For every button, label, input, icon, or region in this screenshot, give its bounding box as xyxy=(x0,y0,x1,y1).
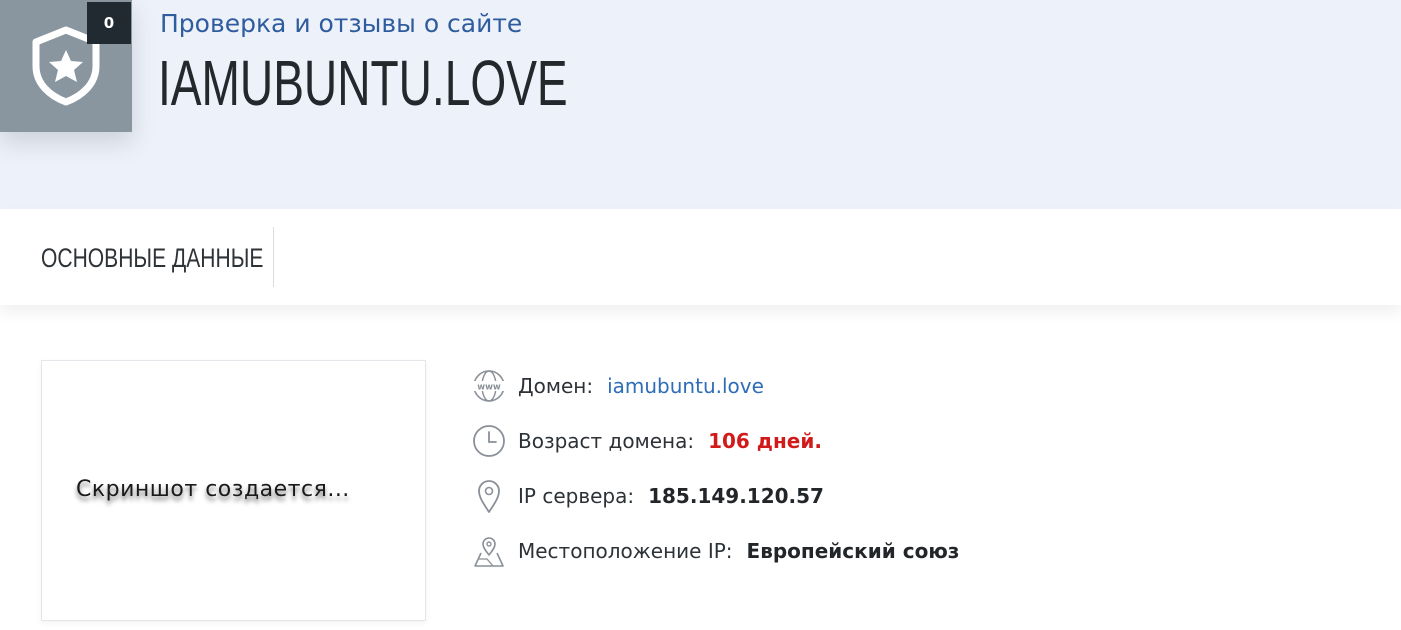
tab-divider xyxy=(273,227,274,287)
rating-counter: 0 xyxy=(87,2,131,44)
domain-age-label: Возраст домена: xyxy=(518,429,695,453)
info-row-location: Местоположение IP: Европейский союз xyxy=(470,531,959,571)
info-row-ip: IP сервера: 185.149.120.57 xyxy=(470,476,824,516)
ip-location-value: Европейский союз xyxy=(746,539,960,563)
domain-link[interactable]: iamubuntu.love xyxy=(607,374,764,398)
domain-age-value: 106 дней. xyxy=(708,429,822,453)
server-ip-value: 185.149.120.57 xyxy=(648,484,824,508)
page-subtitle: Проверка и отзывы о сайте xyxy=(160,9,523,38)
info-row-domain: www Домен: iamubuntu.love xyxy=(470,366,764,406)
clock-icon xyxy=(470,422,508,460)
server-ip-label: IP сервера: xyxy=(518,484,635,508)
page-title: IAMUBUNTU.LOVE xyxy=(158,47,568,119)
page-header: 0 Проверка и отзывы о сайте IAMUBUNTU.LO… xyxy=(0,0,1401,209)
domain-label: Домен: xyxy=(518,374,594,398)
site-logo[interactable]: 0 xyxy=(0,0,132,132)
screenshot-placeholder-text: Скриншот создается... xyxy=(76,477,350,502)
tab-bar: ОСНОВНЫЕ ДАННЫЕ xyxy=(0,209,1401,305)
info-row-age: Возраст домена: 106 дней. xyxy=(470,421,822,461)
globe-www-icon: www xyxy=(470,367,508,405)
map-location-icon xyxy=(470,532,508,570)
svg-text:www: www xyxy=(477,383,501,393)
map-pin-icon xyxy=(470,477,508,515)
ip-location-label: Местоположение IP: xyxy=(518,539,733,563)
tab-main-data[interactable]: ОСНОВНЫЕ ДАННЫЕ xyxy=(41,243,263,274)
site-screenshot: Скриншот создается... xyxy=(41,360,426,621)
